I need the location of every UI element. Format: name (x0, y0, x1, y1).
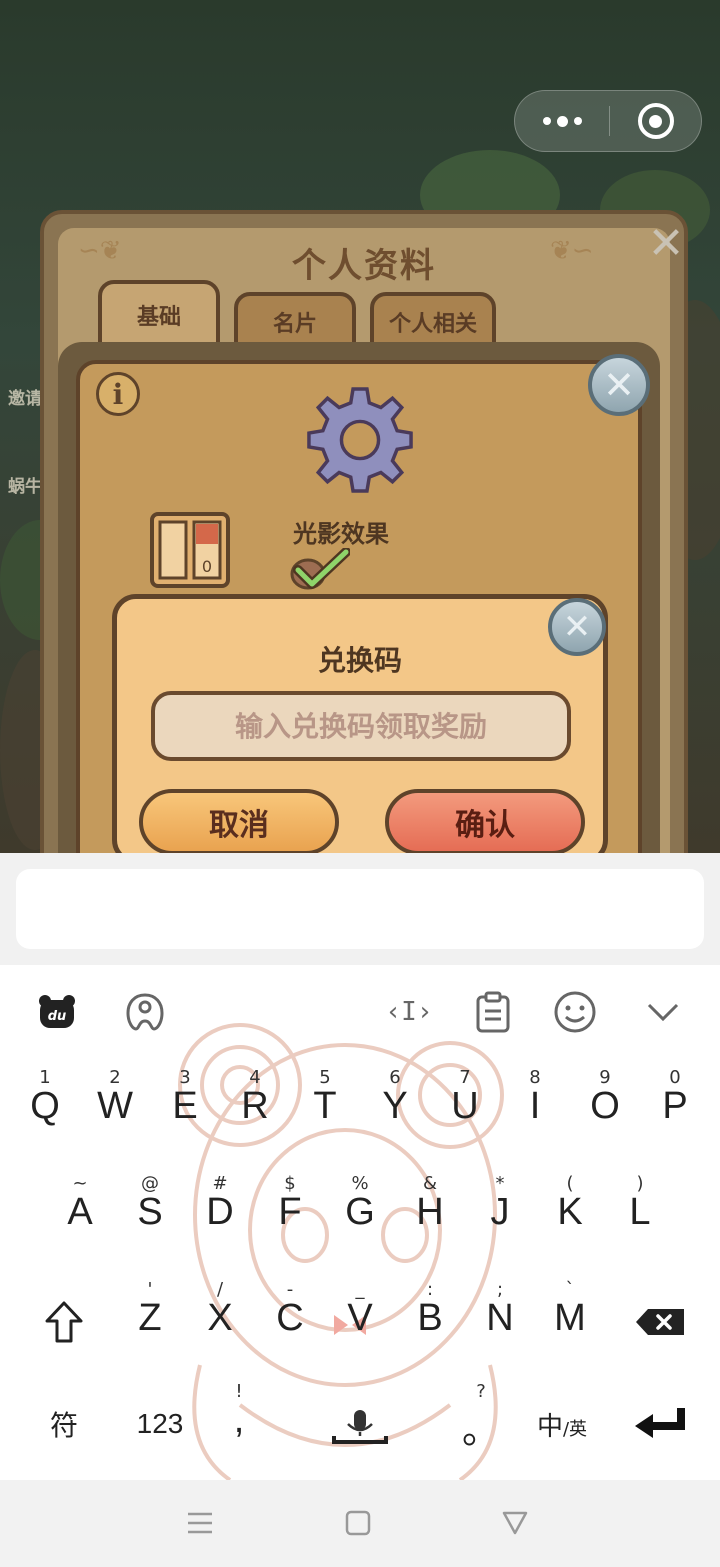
key-o[interactable]: 9O (570, 1065, 640, 1155)
key-s[interactable]: @ S (115, 1171, 185, 1261)
cursor-icon[interactable]: ‹I› (386, 989, 433, 1035)
key-k[interactable]: (K (535, 1171, 605, 1261)
comma-key[interactable]: !, (204, 1379, 274, 1469)
home-square-icon (345, 1510, 371, 1536)
key-g[interactable]: % G (325, 1171, 395, 1261)
soft-keyboard: du ‹I› 1Q 2W 3E 4R 5T 6Y 7U 8I 9O 0P ~ A … (0, 965, 720, 1480)
language-main-label: 中 (536, 1411, 563, 1442)
key-f[interactable]: $ F (255, 1171, 325, 1261)
shift-key[interactable] (22, 1277, 106, 1367)
numbers-key[interactable]: 123 (112, 1379, 208, 1469)
key-e[interactable]: 3E (150, 1065, 220, 1155)
confirm-button[interactable]: 确认 (385, 789, 585, 853)
enter-icon (635, 1408, 685, 1438)
key-l[interactable]: ) L (605, 1171, 675, 1261)
emoji-icon[interactable] (552, 989, 598, 1035)
miniprogram-capsule (514, 90, 702, 152)
back-button[interactable] (490, 1500, 540, 1546)
key-j[interactable]: * J (465, 1171, 535, 1261)
redeem-code-input[interactable] (151, 691, 571, 761)
key-x[interactable]: / X (185, 1277, 255, 1367)
key-p[interactable]: 0P (640, 1065, 710, 1155)
key-a[interactable]: ~ A (45, 1171, 115, 1261)
key-u[interactable]: 7U (430, 1065, 500, 1155)
key-z[interactable]: ' Z (115, 1277, 185, 1367)
key-r[interactable]: 4R (220, 1065, 290, 1155)
keyboard-toolbar: du ‹I› (0, 965, 720, 1060)
du-logo-icon[interactable]: du (34, 989, 80, 1035)
key-q[interactable]: 1Q (10, 1065, 80, 1155)
target-icon (637, 103, 674, 139)
switch-value: 0 (202, 557, 212, 576)
clipboard-icon[interactable] (470, 989, 516, 1035)
settings-close-button[interactable]: ✕ (588, 354, 650, 416)
more-menu-button[interactable] (515, 91, 609, 151)
redeem-title: 兑换码 (317, 644, 402, 677)
theme-icon[interactable] (122, 989, 168, 1035)
symbols-key[interactable]: 符 (22, 1379, 106, 1469)
key-y[interactable]: 6Y (360, 1065, 430, 1155)
close-miniprogram-button[interactable] (610, 103, 701, 139)
key-t[interactable]: 5T (290, 1065, 360, 1155)
backspace-icon (636, 1309, 684, 1335)
shadow-effect-label: 光影效果 (293, 520, 389, 548)
info-button[interactable]: i (96, 372, 140, 416)
space-key[interactable] (278, 1379, 442, 1469)
period-key[interactable]: ?。 (446, 1379, 516, 1469)
side-label-snail: 蜗牛 (8, 477, 42, 497)
key-d[interactable]: # D (185, 1171, 255, 1261)
shadow-effect-toggle[interactable] (290, 548, 350, 590)
key-v[interactable]: _ V (325, 1277, 395, 1367)
collapse-chevron-icon[interactable] (640, 989, 686, 1035)
side-label-invite: 邀请 (8, 389, 42, 409)
key-n[interactable]: ; N (465, 1277, 535, 1367)
language-switch-key[interactable]: 中/英 (520, 1379, 604, 1469)
language-sub-label: /英 (562, 1419, 588, 1440)
game-area: 邀请 蜗牛 ∽❦ ❦∽ 个人资料 ✕ 基础 名片 个人相关 i ✕ 0 光影效果… (0, 0, 720, 853)
shift-icon (45, 1301, 83, 1343)
key-m[interactable]: ` M (535, 1277, 605, 1367)
home-button[interactable] (333, 1500, 383, 1546)
key-b[interactable]: :B (395, 1277, 465, 1367)
gear-icon (307, 387, 413, 493)
redeem-code-dialog: 兑换码 取消 确认 (112, 594, 608, 853)
light-switch-icon: 0 (150, 512, 230, 588)
cancel-button[interactable]: 取消 (139, 789, 339, 853)
backspace-key[interactable] (618, 1277, 702, 1367)
key-c[interactable]: -C (255, 1277, 325, 1367)
svg-text:du: du (48, 1009, 67, 1024)
back-triangle-icon (502, 1511, 528, 1535)
menu-icon (188, 1512, 212, 1534)
enter-key[interactable] (614, 1379, 704, 1469)
profile-close-button[interactable]: ✕ (644, 222, 688, 266)
microphone-icon (332, 1410, 388, 1444)
tab-basic[interactable]: 基础 (98, 280, 220, 350)
system-navigation-bar (0, 1480, 720, 1567)
redeem-close-button[interactable]: ✕ (548, 598, 606, 656)
menu-button[interactable] (175, 1500, 225, 1546)
key-i[interactable]: 8I (500, 1065, 570, 1155)
key-w[interactable]: 2W (80, 1065, 150, 1155)
keyboard-input-strip (0, 853, 720, 965)
text-input-field[interactable] (16, 869, 704, 949)
key-h[interactable]: & H (395, 1171, 465, 1261)
